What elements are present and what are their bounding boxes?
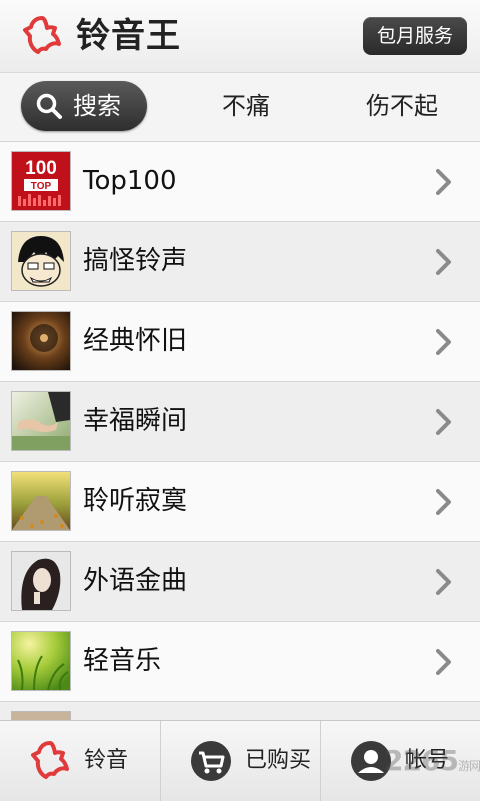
search-label: 搜索 [73, 92, 121, 120]
hot-keyword-2[interactable]: 伤不起 [366, 73, 438, 139]
search-button[interactable]: 搜索 [21, 81, 147, 131]
list-item-label: 轻音乐 [83, 646, 162, 676]
tab-label: 已购买 [245, 748, 312, 773]
list-item-funny[interactable]: 搞怪铃声 [0, 222, 480, 302]
list-item-foreign[interactable]: 外语金曲 [0, 542, 480, 622]
app-header: 铃音王 包月服务 [0, 0, 480, 73]
tab-label: 铃音 [84, 748, 129, 773]
chevron-right-icon [436, 649, 451, 675]
chevron-right-icon [436, 249, 451, 275]
list-item-label: Top100 [83, 166, 177, 196]
tab-purchased[interactable]: 已购买 [160, 721, 320, 801]
bell-icon [31, 741, 69, 779]
autumn-road-thumb [11, 471, 71, 531]
cart-icon [191, 741, 231, 781]
svg-text:100: 100 [25, 158, 57, 179]
monthly-service-button[interactable]: 包月服务 [362, 17, 467, 55]
list-item-happy[interactable]: 幸福瞬间 [0, 382, 480, 462]
list-item-light-music[interactable]: 轻音乐 [0, 622, 480, 702]
chevron-right-icon [436, 569, 451, 595]
app-title: 铃音王 [76, 16, 181, 56]
list-item-label: 外语金曲 [83, 566, 188, 596]
partial-thumb [11, 711, 71, 720]
hot-keyword-1[interactable]: 不痛 [222, 73, 270, 139]
chevron-right-icon [436, 329, 451, 355]
singer-portrait-thumb [11, 551, 71, 611]
bell-icon [23, 16, 61, 54]
list-item-top100[interactable]: 100 TOP Top100 [0, 142, 480, 222]
svg-text:TOP: TOP [31, 181, 52, 192]
search-icon [36, 93, 62, 119]
cartoon-face-thumb [11, 231, 71, 291]
list-item-partial[interactable] [0, 702, 480, 720]
holding-hands-thumb [11, 391, 71, 451]
list-item-label: 搞怪铃声 [83, 246, 188, 276]
list-item-label: 幸福瞬间 [83, 406, 188, 436]
list-item-label: 经典怀旧 [83, 326, 188, 356]
chevron-right-icon [436, 169, 451, 195]
vinyl-record-thumb [11, 311, 71, 371]
list-item-lonely[interactable]: 聆听寂寞 [0, 462, 480, 542]
top100-thumb: 100 TOP [11, 151, 71, 211]
category-list: 100 TOP Top100 搞怪铃声 经典怀旧 幸福瞬间 聆听寂寞 外语金曲 … [0, 142, 480, 720]
list-item-classic[interactable]: 经典怀旧 [0, 302, 480, 382]
tab-ringtones[interactable]: 铃音 [0, 721, 159, 801]
list-item-label: 聆听寂寞 [83, 486, 188, 516]
search-row: 搜索 不痛 伤不起 [0, 73, 480, 142]
watermark: 2265游网 [384, 744, 480, 777]
chevron-right-icon [436, 489, 451, 515]
chevron-right-icon [436, 409, 451, 435]
green-grass-thumb [11, 631, 71, 691]
